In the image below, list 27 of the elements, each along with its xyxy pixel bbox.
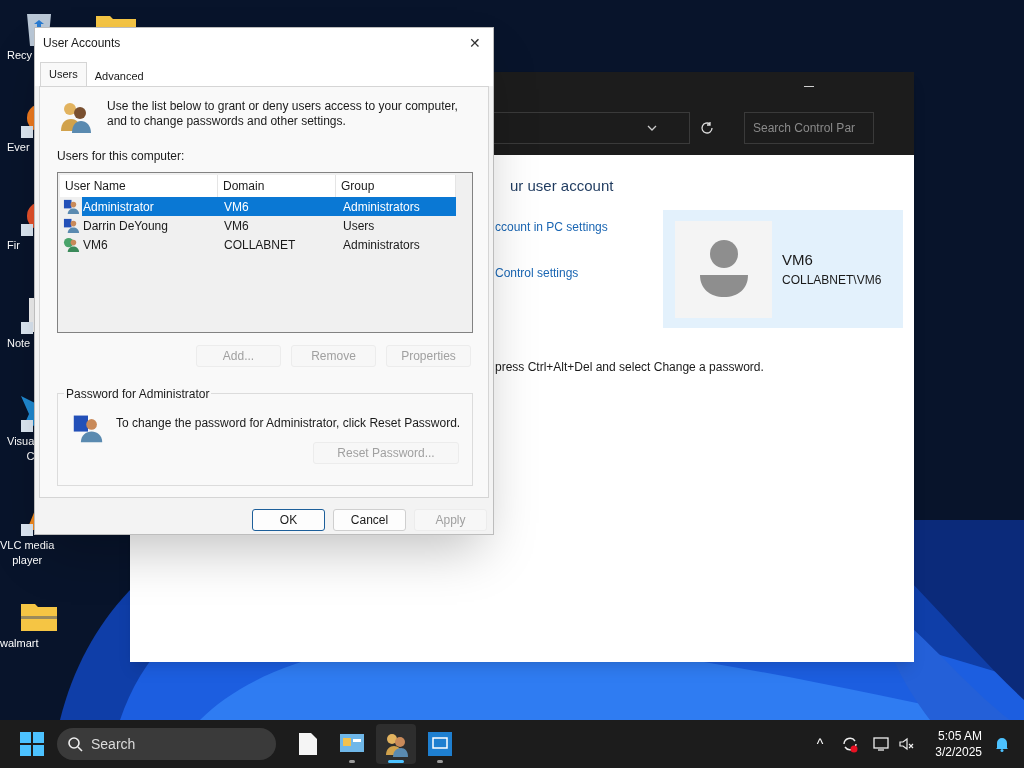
icon-label: player — [12, 553, 43, 568]
icon-label: Visua — [7, 434, 35, 449]
icon-label: Fir — [7, 238, 20, 253]
icon-label: Ever — [7, 140, 30, 155]
password-note: press Ctrl+Alt+Del and select Change a password. — [495, 358, 765, 376]
user-name: VM6 — [782, 249, 814, 270]
table-cell-text: COLLABNET — [223, 236, 297, 254]
table-cell-text: Administrators — [342, 236, 421, 254]
password-text: To change the password for Administrator, click Reset Password. — [116, 415, 461, 432]
intro-text: Use the list below to grant or deny users access to your computer, and to change passwords and other settings. — [107, 99, 459, 130]
table-cell-text: VM6 — [82, 236, 109, 254]
list-label: Users for this computer: — [57, 148, 186, 165]
page-heading: ur user account — [510, 176, 615, 196]
table-cell-text: VM6 — [223, 198, 250, 216]
window-title: User Accounts — [43, 35, 121, 52]
table-cell-text: Administrators — [342, 198, 421, 216]
table-cell-text: Users — [342, 217, 376, 235]
table-cell-text: VM6 — [223, 217, 250, 235]
user-account: COLLABNET\VM6 — [782, 272, 882, 290]
icon-label: Note — [7, 336, 31, 351]
table-cell-text: Darrin DeYoung — [82, 217, 169, 235]
search-placeholder: Search — [91, 734, 136, 754]
icon-label: walmart — [0, 636, 39, 651]
table-cell-text: Administrator — [82, 198, 155, 216]
icon-label: C — [26, 449, 35, 464]
icon-label: VLC media — [0, 538, 55, 553]
icon-label: Recy — [7, 48, 33, 63]
